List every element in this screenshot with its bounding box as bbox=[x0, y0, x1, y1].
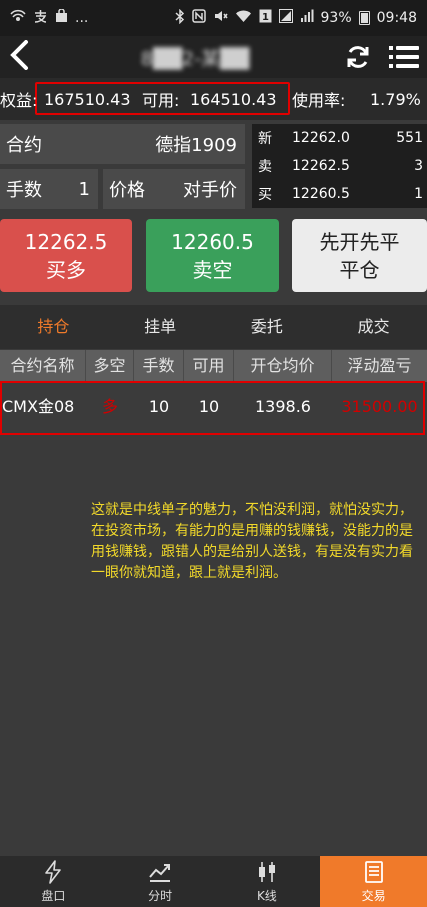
quote-panel: 新 12262.0 551 卖 12262.5 3 买 12260.5 1 bbox=[252, 124, 427, 208]
col-lots: 手数 bbox=[134, 350, 184, 382]
price-value: 对手价 bbox=[183, 180, 237, 201]
account-summary: 权益: 167510.43 可用: 164510.43 使用率: 1.79% bbox=[0, 78, 427, 120]
buy-long-button[interactable]: 12262.5 买多 bbox=[0, 219, 132, 292]
quote-row-bid: 买 12260.5 1 bbox=[258, 186, 423, 203]
bluetooth-icon bbox=[175, 8, 185, 28]
bottom-nav-kline[interactable]: K线 bbox=[214, 856, 321, 907]
document-icon bbox=[364, 860, 383, 883]
refresh-icon[interactable] bbox=[345, 44, 371, 70]
col-pnl: 浮动盈亏 bbox=[347, 356, 412, 375]
page-title: 8██2-某██ bbox=[140, 47, 250, 70]
nav-actions bbox=[345, 44, 419, 70]
battery-percent: 93% bbox=[320, 10, 352, 26]
contract-label: 合约 bbox=[6, 135, 42, 156]
equity-value: 167510.43 bbox=[44, 89, 131, 109]
wifi-hotspot-icon bbox=[10, 9, 26, 27]
bottom-nav: 盘口 分时 K线 交易 bbox=[0, 856, 427, 907]
buy-price: 12262.5 bbox=[24, 229, 108, 254]
battery-icon bbox=[358, 11, 370, 25]
bottom-nav-intraday[interactable]: 分时 bbox=[107, 856, 214, 907]
equity-label: 权益: bbox=[0, 91, 38, 110]
usage-value: 1.79% bbox=[370, 89, 421, 109]
status-bar-right: 1 93% 09:48 bbox=[175, 8, 417, 28]
row-highlight-box bbox=[0, 381, 425, 435]
chevron-left-icon bbox=[10, 40, 28, 70]
tab-bar: 持仓 挂单 委托 成交 bbox=[0, 305, 427, 349]
sell-short-button[interactable]: 12260.5 卖空 bbox=[146, 219, 279, 292]
price-label: 价格 bbox=[109, 180, 145, 201]
close-position-button[interactable]: 先开先平 平仓 bbox=[292, 219, 427, 292]
lots-input[interactable]: 手数 1 bbox=[0, 169, 98, 209]
sell-price: 12260.5 bbox=[171, 229, 254, 254]
bottom-nav-trade[interactable]: 交易 bbox=[320, 856, 427, 907]
tab-orders[interactable]: 委托 bbox=[214, 305, 321, 349]
usage-label: 使用率: bbox=[292, 91, 346, 110]
available-label: 可用: bbox=[142, 91, 180, 110]
tab-pending-orders[interactable]: 挂单 bbox=[107, 305, 214, 349]
price-selector[interactable]: 价格 对手价 bbox=[103, 169, 245, 209]
bottom-nav-market-depth[interactable]: 盘口 bbox=[0, 856, 107, 907]
col-contract: 合约名称 bbox=[0, 350, 86, 382]
lots-value: 1 bbox=[78, 178, 90, 200]
more-dots-icon: ... bbox=[75, 10, 89, 26]
buy-label: 买多 bbox=[46, 257, 86, 282]
close-mode-label: 先开先平 bbox=[319, 229, 400, 254]
signal-1-icon bbox=[278, 9, 293, 27]
wifi-icon bbox=[235, 9, 252, 27]
close-label: 平仓 bbox=[339, 257, 380, 282]
available-value: 164510.43 bbox=[190, 89, 277, 109]
svg-text:1: 1 bbox=[262, 12, 269, 23]
candlestick-icon bbox=[258, 861, 275, 882]
signal-2-icon bbox=[300, 9, 314, 27]
lots-label: 手数 bbox=[6, 180, 42, 201]
sell-label: 卖空 bbox=[192, 257, 233, 282]
trend-line-icon bbox=[149, 863, 171, 882]
menu-icon[interactable] bbox=[389, 44, 419, 70]
back-button[interactable] bbox=[8, 40, 38, 74]
annotation-text: 这就是中线单子的魅力，不怕没利润，就怕没实力，在投资市场，有能力的是用赚的钱赚钱… bbox=[91, 502, 413, 581]
mute-icon bbox=[213, 9, 228, 27]
contract-selector[interactable]: 合约 德指1909 bbox=[0, 124, 245, 164]
shopping-bag-icon bbox=[55, 8, 68, 27]
status-bar: ... 1 93% 09:48 bbox=[0, 0, 427, 36]
positions-table-header: 合约名称 多空 手数 可用 开仓均价 浮动盈亏 bbox=[0, 350, 427, 382]
nfc-icon bbox=[191, 9, 206, 27]
col-direction: 多空 bbox=[86, 350, 134, 382]
lightning-icon bbox=[45, 859, 62, 884]
col-avg-price: 开仓均价 bbox=[234, 350, 332, 382]
quote-row-ask: 卖 12262.5 3 bbox=[258, 158, 423, 175]
tab-positions[interactable]: 持仓 bbox=[0, 305, 107, 349]
status-bar-left: ... bbox=[10, 8, 89, 28]
nav-bar: 8██2-某██ bbox=[0, 36, 427, 78]
alipay-icon bbox=[33, 9, 48, 28]
clock: 09:48 bbox=[376, 10, 417, 26]
quote-row-latest: 新 12262.0 551 bbox=[258, 130, 423, 147]
col-available: 可用 bbox=[184, 350, 234, 382]
sim-1-icon: 1 bbox=[259, 9, 272, 27]
tab-fills[interactable]: 成交 bbox=[320, 305, 427, 349]
contract-value: 德指1909 bbox=[155, 135, 237, 156]
